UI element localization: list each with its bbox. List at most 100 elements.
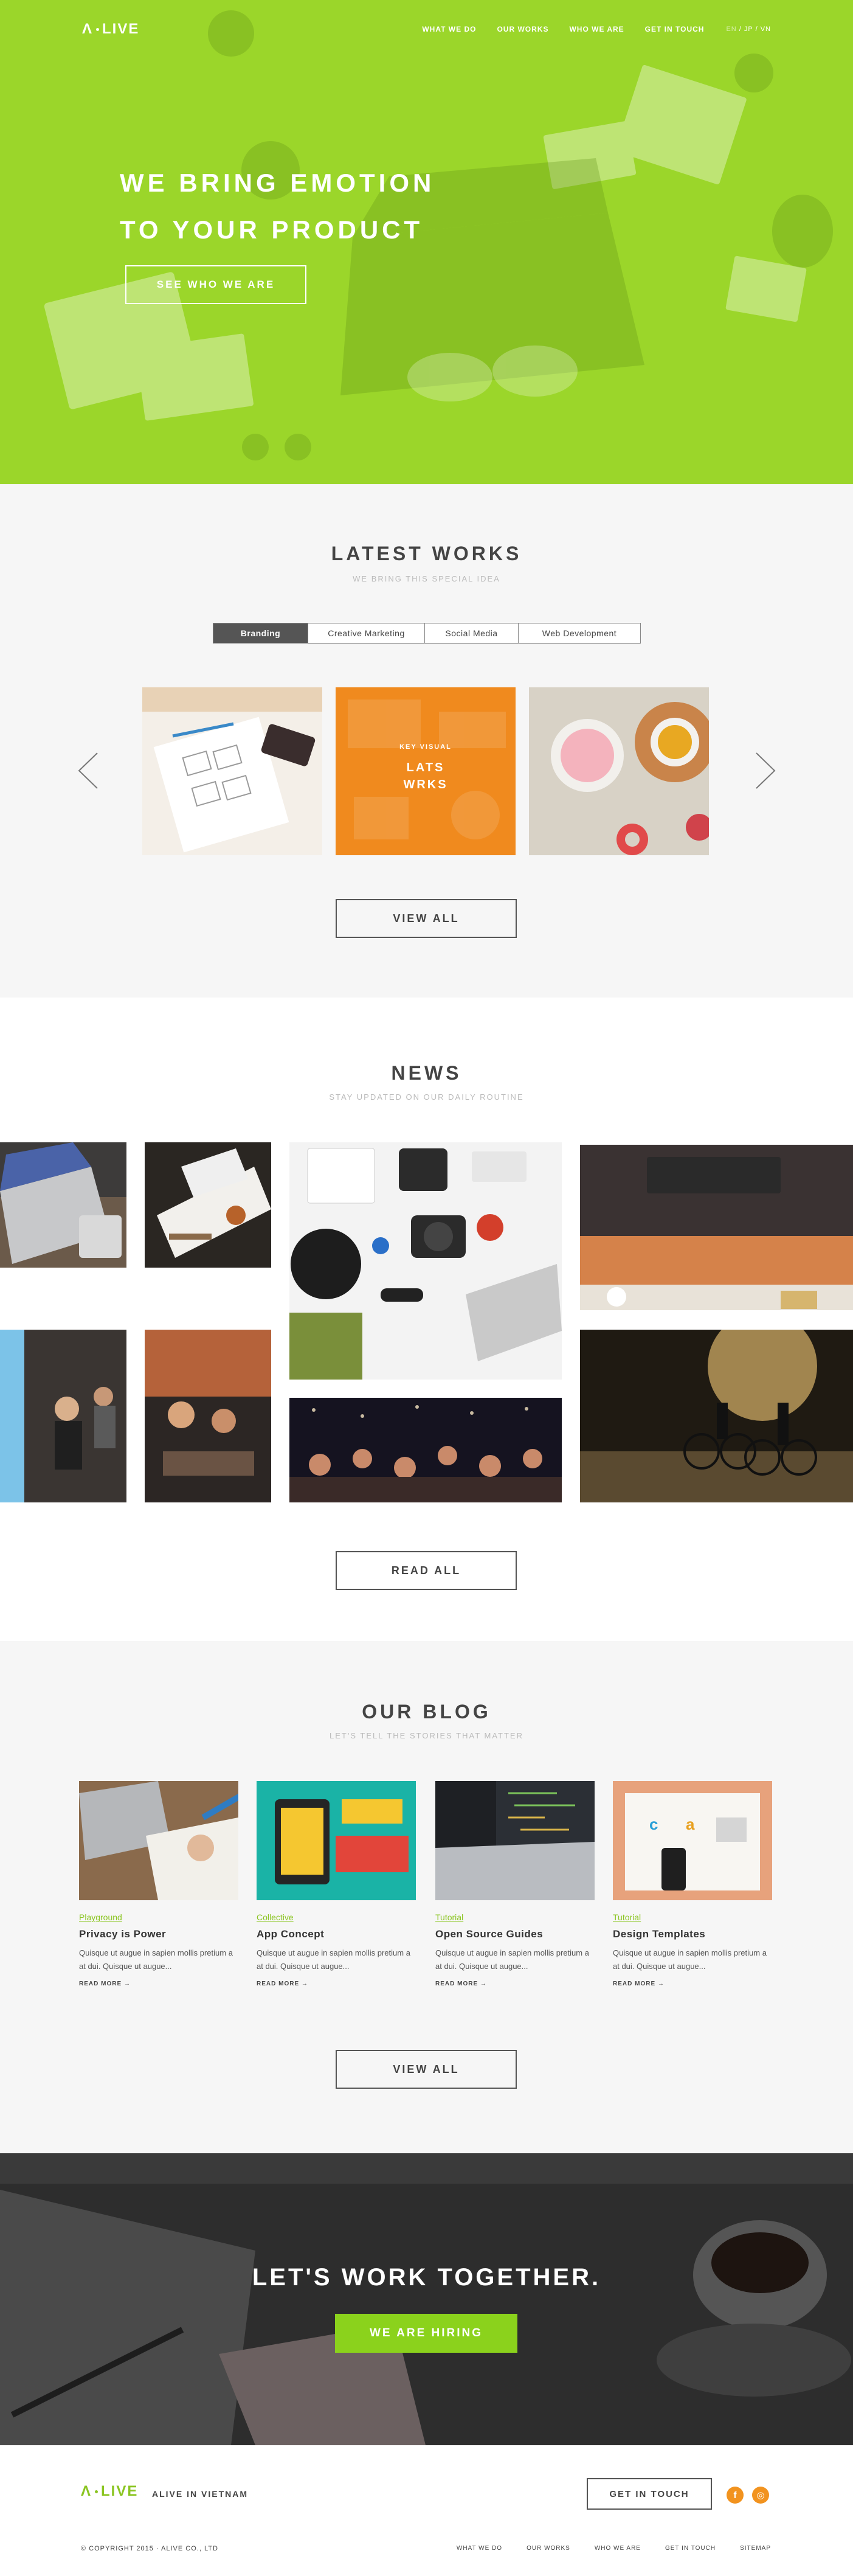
footer-nav-sitemap[interactable]: SITEMAP [740,2545,771,2552]
blog-post-image[interactable]: c a [613,1781,772,1900]
nav-who-we-are[interactable]: WHO WE ARE [569,25,624,33]
blog-section: OUR BLOG LET'S TELL THE STORIES THAT MAT… [0,1641,853,2153]
work-featured-title-1: LATS [406,761,445,774]
news-image-bicycles[interactable] [580,1330,853,1502]
blog-post-category[interactable]: Tutorial [613,1912,772,1922]
work-card-1[interactable] [142,687,322,855]
news-read-all-button[interactable]: READ ALL [336,1551,517,1590]
news-image-flatlay[interactable] [289,1142,562,1380]
tab-social-media[interactable]: Social Media [425,623,519,643]
news-image-desk-coffee[interactable] [145,1142,271,1268]
blog-post-excerpt: Quisque ut augue in sapien mollis pretiu… [435,1948,589,1971]
footer-nav-what-we-do[interactable]: WHAT WE DO [457,2545,502,2552]
footer-get-in-touch-button[interactable]: GET IN TOUCH [587,2478,712,2510]
copyright: © COPYRIGHT 2015 · ALIVE CO., LTD [81,2545,218,2552]
blog-post-excerpt: Quisque ut augue in sapien mollis pretiu… [257,1948,410,1971]
news-image-restaurant[interactable] [145,1330,271,1502]
cta-background-image [0,2153,853,2445]
cta-section: LET'S WORK TOGETHER. WE ARE HIRING [0,2153,853,2445]
tab-creative-marketing[interactable]: Creative Marketing [308,623,425,643]
latest-works-subtitle: WE BRING THIS SPECIAL IDEA [353,574,500,583]
blog-post-category[interactable]: Collective [257,1912,416,1922]
work-image-tea [529,687,709,855]
footer-logo-mark: Λ [81,2483,92,2499]
nav-what-we-do[interactable]: WHAT WE DO [422,25,476,33]
blog-post-read-more[interactable]: READ MORE → [613,1981,772,1987]
carousel-prev-icon[interactable] [77,752,101,790]
svg-text:c: c [649,1815,658,1833]
blog-post-title[interactable]: Design Templates [613,1928,772,1940]
news-image-people-cafe[interactable] [0,1330,126,1502]
blog-post-excerpt: Quisque ut augue in sapien mollis pretiu… [79,1948,233,1971]
footer-tagline: ALIVE IN VIETNAM [152,2489,249,2499]
blog-post-title[interactable]: Privacy is Power [79,1928,238,1940]
blog-post-image[interactable] [257,1781,416,1900]
news-title: NEWS [391,1062,462,1084]
see-who-we-are-button[interactable]: SEE WHO WE ARE [125,265,306,304]
latest-works-section: LATEST WORKS WE BRING THIS SPECIAL IDEA … [0,484,853,998]
footer-logo-text: LIVE [101,2483,139,2499]
hero-title-line-2: TO YOUR PRODUCT [120,215,424,244]
tab-branding[interactable]: Branding [213,623,308,643]
language-switcher[interactable]: EN / JP / VN [726,26,771,33]
main-nav: Λ LIVE WHAT WE DO OUR WORKS WHO WE ARE G… [82,21,771,38]
nav-links: WHAT WE DO OUR WORKS WHO WE ARE GET IN T… [422,25,704,33]
blog-post-category[interactable]: Playground [79,1912,238,1922]
footer-logo-dot-icon [95,2490,98,2493]
blog-post-1[interactable]: Playground Privacy is Power Quisque ut a… [79,1781,238,1987]
news-section: NEWS STAY UPDATED ON OUR DAILY ROUTINE R… [0,998,853,1641]
hero-title: WE BRING EMOTION TO YOUR PRODUCT [120,159,435,253]
nav-our-works[interactable]: OUR WORKS [497,25,548,33]
cta-title: LET'S WORK TOGETHER. [252,2264,601,2291]
blog-post-category[interactable]: Tutorial [435,1912,595,1922]
blog-post-read-more[interactable]: READ MORE → [435,1981,595,1987]
blog-post-title[interactable]: Open Source Guides [435,1928,595,1940]
blog-post-image[interactable] [79,1781,238,1900]
blog-post-image[interactable] [435,1781,595,1900]
logo-text: LIVE [102,21,140,37]
footer-nav-get-in-touch[interactable]: GET IN TOUCH [665,2545,716,2552]
hero-section: Λ LIVE WHAT WE DO OUR WORKS WHO WE ARE G… [0,0,853,484]
svg-text:a: a [686,1815,695,1833]
blog-post-4[interactable]: c a Tutorial Design Templates Quisque ut… [613,1781,772,1987]
news-image-laptop-cafe[interactable] [0,1142,126,1268]
work-image-sketch [142,687,322,855]
latest-works-title: LATEST WORKS [331,543,522,564]
blog-post-title[interactable]: App Concept [257,1928,416,1940]
footer-nav: WHAT WE DO OUR WORKS WHO WE ARE GET IN T… [457,2545,771,2552]
news-image-workspace[interactable] [580,1145,853,1310]
facebook-icon[interactable]: f [727,2487,744,2504]
work-featured-kicker: KEY VISUAL [399,743,452,751]
blog-title: OUR BLOG [362,1701,491,1723]
blog-post-3[interactable]: Tutorial Open Source Guides Quisque ut a… [435,1781,595,1987]
news-image-concert[interactable] [289,1398,562,1502]
blog-post-2[interactable]: Collective App Concept Quisque ut augue … [257,1781,416,1987]
logo-dot-icon [96,27,100,31]
nav-get-in-touch[interactable]: GET IN TOUCH [645,25,705,33]
works-filter-tabs: Branding Creative Marketing Social Media… [213,623,641,644]
blog-post-excerpt: Quisque ut augue in sapien mollis pretiu… [613,1948,767,1971]
work-card-featured[interactable]: KEY VISUAL LATS WRKS [336,687,516,855]
tab-web-development[interactable]: Web Development [519,623,640,643]
logo-mark: Λ [82,21,94,37]
news-subtitle: STAY UPDATED ON OUR DAILY ROUTINE [329,1092,524,1102]
footer-logo[interactable]: Λ LIVE [81,2483,138,2500]
lang-active[interactable]: EN [726,26,736,33]
footer-nav-who-we-are[interactable]: WHO WE ARE [595,2545,641,2552]
work-featured-title-2: WRKS [403,778,448,791]
blog-subtitle: LET'S TELL THE STORIES THAT MATTER [330,1731,523,1740]
lang-others[interactable]: / JP / VN [737,26,771,33]
footer-nav-our-works[interactable]: OUR WORKS [527,2545,570,2552]
instagram-icon[interactable]: ◎ [752,2487,769,2504]
logo[interactable]: Λ LIVE [82,21,139,38]
footer: Λ LIVE ALIVE IN VIETNAM GET IN TOUCH f ◎… [0,2445,853,2576]
we-are-hiring-button[interactable]: WE ARE HIRING [335,2314,517,2353]
carousel-next-icon[interactable] [753,752,777,790]
blog-post-read-more[interactable]: READ MORE → [79,1981,238,1987]
work-card-3[interactable] [529,687,709,855]
work-featured-label: KEY VISUAL LATS WRKS [336,743,516,793]
blog-view-all-button[interactable]: VIEW ALL [336,2050,517,2089]
page: Λ LIVE WHAT WE DO OUR WORKS WHO WE ARE G… [0,0,853,2576]
blog-post-read-more[interactable]: READ MORE → [257,1981,416,1987]
works-view-all-button[interactable]: VIEW ALL [336,899,517,938]
